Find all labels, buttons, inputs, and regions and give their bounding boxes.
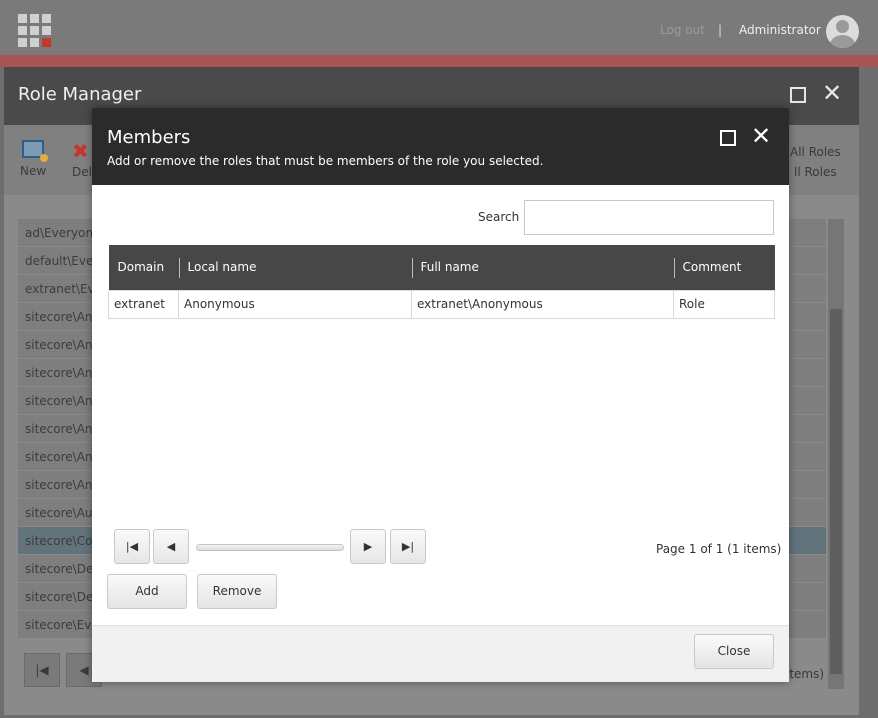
members-dialog-header: Members Add or remove the roles that mus…	[92, 108, 789, 185]
maximize-icon[interactable]	[790, 87, 806, 103]
logout-link[interactable]: Log out	[660, 23, 705, 37]
column-header-full-name[interactable]: Full name	[411, 245, 674, 290]
cell-local-name: Anonymous	[178, 289, 412, 319]
delete-role-button[interactable]: ✖ Del	[72, 140, 92, 179]
search-label: Search	[478, 210, 520, 224]
all-roles-button-2[interactable]: ll Roles	[794, 165, 837, 179]
column-header-comment[interactable]: Comment	[673, 245, 775, 290]
search-input[interactable]	[524, 200, 774, 235]
new-role-icon	[22, 140, 49, 162]
dialog-maximize-icon[interactable]	[720, 130, 736, 146]
topbar-separator: |	[718, 23, 723, 37]
delete-role-label: Del	[72, 165, 92, 179]
scrollbar-thumb[interactable]	[830, 309, 842, 674]
remove-button[interactable]: Remove	[197, 574, 277, 609]
role-pager-info: items)	[786, 667, 825, 681]
cell-full-name: extranet\Anonymous	[411, 289, 674, 319]
cell-domain: extranet	[108, 289, 179, 319]
new-role-button[interactable]: New	[20, 140, 49, 178]
user-name[interactable]: Administrator	[739, 23, 821, 37]
members-dialog: Members Add or remove the roles that mus…	[92, 108, 789, 682]
dialog-first-page-button[interactable]: |◀	[114, 529, 150, 564]
members-table-header: Domain Local name Full name Comment	[108, 245, 775, 290]
delete-icon: ✖	[72, 139, 89, 163]
page-slider[interactable]	[196, 544, 344, 551]
members-dialog-title: Members	[107, 127, 191, 148]
column-header-domain[interactable]: Domain	[108, 245, 179, 290]
close-icon[interactable]: ✕	[822, 81, 842, 105]
add-button[interactable]: Add	[107, 574, 187, 609]
user-avatar-icon[interactable]	[826, 15, 859, 48]
column-header-local-name[interactable]: Local name	[178, 245, 412, 290]
all-roles-button[interactable]: All Roles	[790, 145, 841, 159]
dialog-previous-page-button[interactable]: ◀	[153, 529, 189, 564]
table-row[interactable]: extranet Anonymous extranet\Anonymous Ro…	[108, 289, 775, 319]
close-button[interactable]: Close	[694, 634, 774, 669]
dialog-last-page-button[interactable]: ▶|	[390, 529, 426, 564]
dialog-close-icon[interactable]: ✕	[751, 124, 771, 148]
new-role-label: New	[20, 164, 47, 178]
dialog-footer: Close	[92, 625, 789, 682]
role-manager-title: Role Manager	[18, 84, 142, 105]
dialog-next-page-button[interactable]: ▶	[350, 529, 386, 564]
role-list-scrollbar[interactable]	[828, 219, 844, 689]
accent-strip	[0, 55, 878, 67]
launchpad-icon[interactable]	[18, 14, 51, 47]
page-info: Page 1 of 1 (1 items)	[656, 542, 782, 556]
members-table: Domain Local name Full name Comment extr…	[108, 245, 775, 319]
cell-comment: Role	[673, 289, 775, 319]
members-dialog-subtitle: Add or remove the roles that must be mem…	[107, 154, 544, 168]
first-page-button[interactable]: |◀	[24, 653, 60, 687]
